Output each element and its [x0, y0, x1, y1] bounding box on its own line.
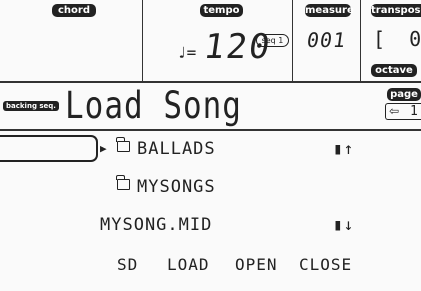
transpose-label: transpose	[371, 4, 421, 17]
selection-cursor	[0, 135, 98, 162]
list-item[interactable]: MYSONGS	[0, 169, 421, 205]
load-button[interactable]: LOAD	[167, 255, 210, 274]
folder-icon	[116, 137, 130, 152]
page-indicator[interactable]: page ⇦ 1	[382, 88, 421, 122]
softkey-bar: SD LOAD OPEN CLOSE	[0, 247, 421, 291]
seq-tag: seq 1	[256, 34, 289, 47]
page-title-bar: backing seq. Load Song page ⇦ 1	[0, 83, 421, 131]
status-area: chord tempo ♩= 120 seq 1 measure 001 tra…	[0, 0, 421, 83]
page-label: page	[387, 88, 421, 101]
arranger-display: chord tempo ♩= 120 seq 1 measure 001 tra…	[0, 0, 421, 291]
folder-icon	[116, 175, 130, 190]
scroll-down-indicator[interactable]: ▮↓	[333, 207, 354, 243]
measure-value: 001	[305, 28, 348, 52]
transpose-value: [ 0	[373, 27, 421, 51]
list-item-label: MYSONG.MID	[100, 215, 213, 235]
scroll-up-indicator[interactable]: ▮↑	[333, 131, 354, 167]
close-button[interactable]: CLOSE	[299, 255, 352, 274]
backing-seq-badge: backing seq.	[3, 101, 59, 111]
list-item-label: MYSONGS	[137, 177, 216, 197]
chord-label: chord	[52, 4, 96, 17]
cursor-arrow-icon: ▶	[100, 142, 108, 155]
measure-cell: measure 001	[293, 0, 361, 81]
open-button[interactable]: OPEN	[235, 255, 278, 274]
tempo-value: 120	[201, 27, 275, 67]
tempo-note-icon: ♩=	[177, 43, 197, 62]
transpose-cell: transpose [ 0 octave	[361, 0, 421, 81]
measure-label: measure	[305, 4, 354, 17]
list-item[interactable]: MYSONG.MID ▮↓	[0, 207, 421, 243]
list-item[interactable]: ▶ BALLADS ▮↑	[0, 131, 421, 167]
page-box: ⇦ 1	[385, 103, 421, 120]
page-title: Load Song	[65, 84, 242, 128]
chord-cell: chord	[0, 0, 143, 81]
page-value: 1	[410, 104, 418, 119]
tempo-label: tempo	[200, 4, 243, 17]
octave-label: octave	[371, 64, 417, 77]
sd-button[interactable]: SD	[117, 255, 138, 274]
list-item-label: BALLADS	[137, 139, 216, 159]
page-arrow-icon: ⇦	[389, 104, 400, 118]
tempo-cell: tempo ♩= 120 seq 1	[143, 0, 293, 81]
